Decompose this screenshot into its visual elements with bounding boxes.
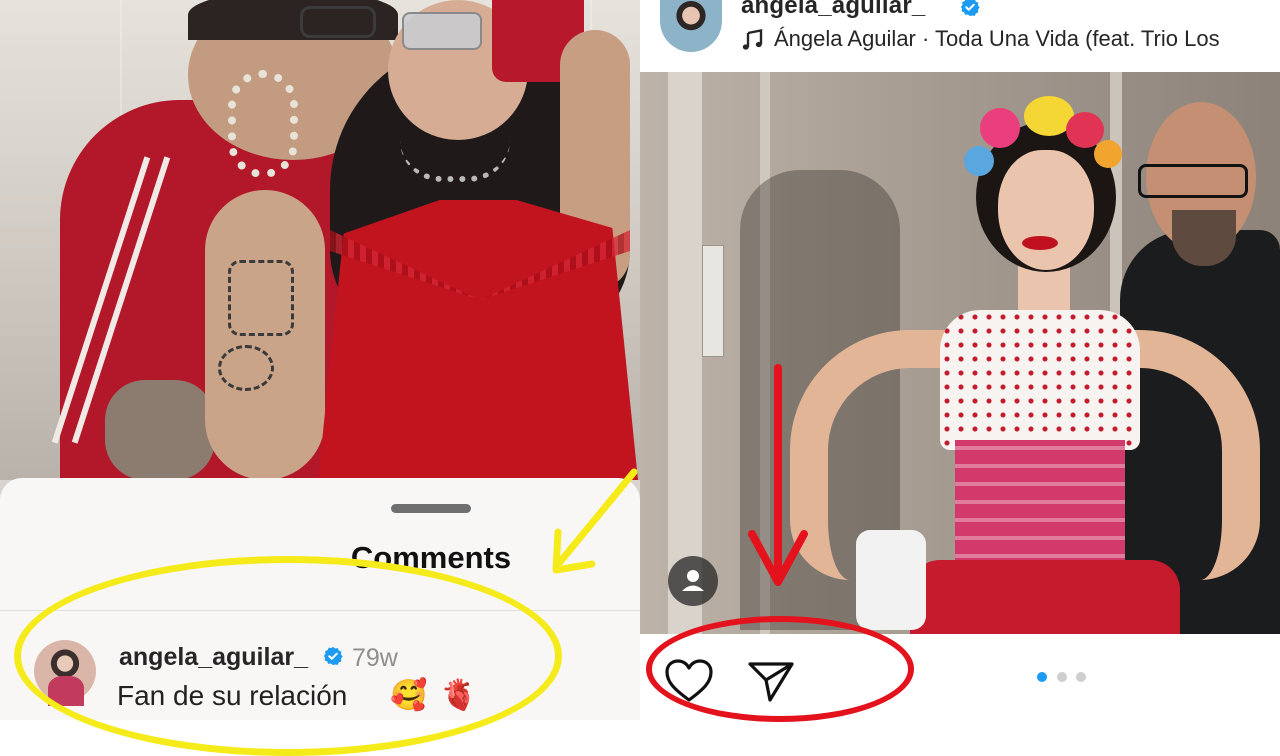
sheet-drag-handle[interactable] [391, 504, 471, 513]
man-glasses [300, 6, 376, 38]
person-icon [682, 570, 704, 591]
red-highlight-circle [646, 616, 914, 722]
music-note-icon [742, 29, 763, 50]
man-arm [105, 380, 215, 480]
woman-sunglasses [402, 12, 482, 50]
white-handbag [856, 530, 926, 630]
red-arrow-annotation [748, 364, 808, 586]
man-glasses [1138, 164, 1248, 198]
door-sign [702, 245, 724, 357]
yellow-highlight-circle [14, 556, 562, 756]
tagged-users-button[interactable] [668, 556, 718, 606]
flower-crown [1094, 140, 1122, 168]
carousel-dot[interactable] [1057, 672, 1067, 682]
red-lace-top [318, 200, 638, 480]
yellow-arrow-annotation [552, 468, 638, 574]
post-username[interactable]: angela_aguilar_ [741, 0, 925, 20]
red-skirt [910, 560, 1180, 640]
studded-white-top [940, 310, 1140, 450]
flower-crown [980, 108, 1020, 148]
verified-badge-icon [960, 0, 980, 17]
arm-tattoo [228, 260, 294, 336]
man-beard [1172, 210, 1236, 266]
flower-crown [964, 146, 994, 176]
woman-face [998, 150, 1094, 270]
carousel-dot-active[interactable] [1037, 672, 1047, 682]
man-chain-necklace [228, 70, 298, 178]
music-attribution[interactable]: Ángela Aguilar · Toda Una Vida (feat. Tr… [774, 26, 1280, 52]
carousel-dot[interactable] [1076, 672, 1086, 682]
arm-tattoo [218, 345, 274, 391]
red-lips [1022, 236, 1058, 250]
